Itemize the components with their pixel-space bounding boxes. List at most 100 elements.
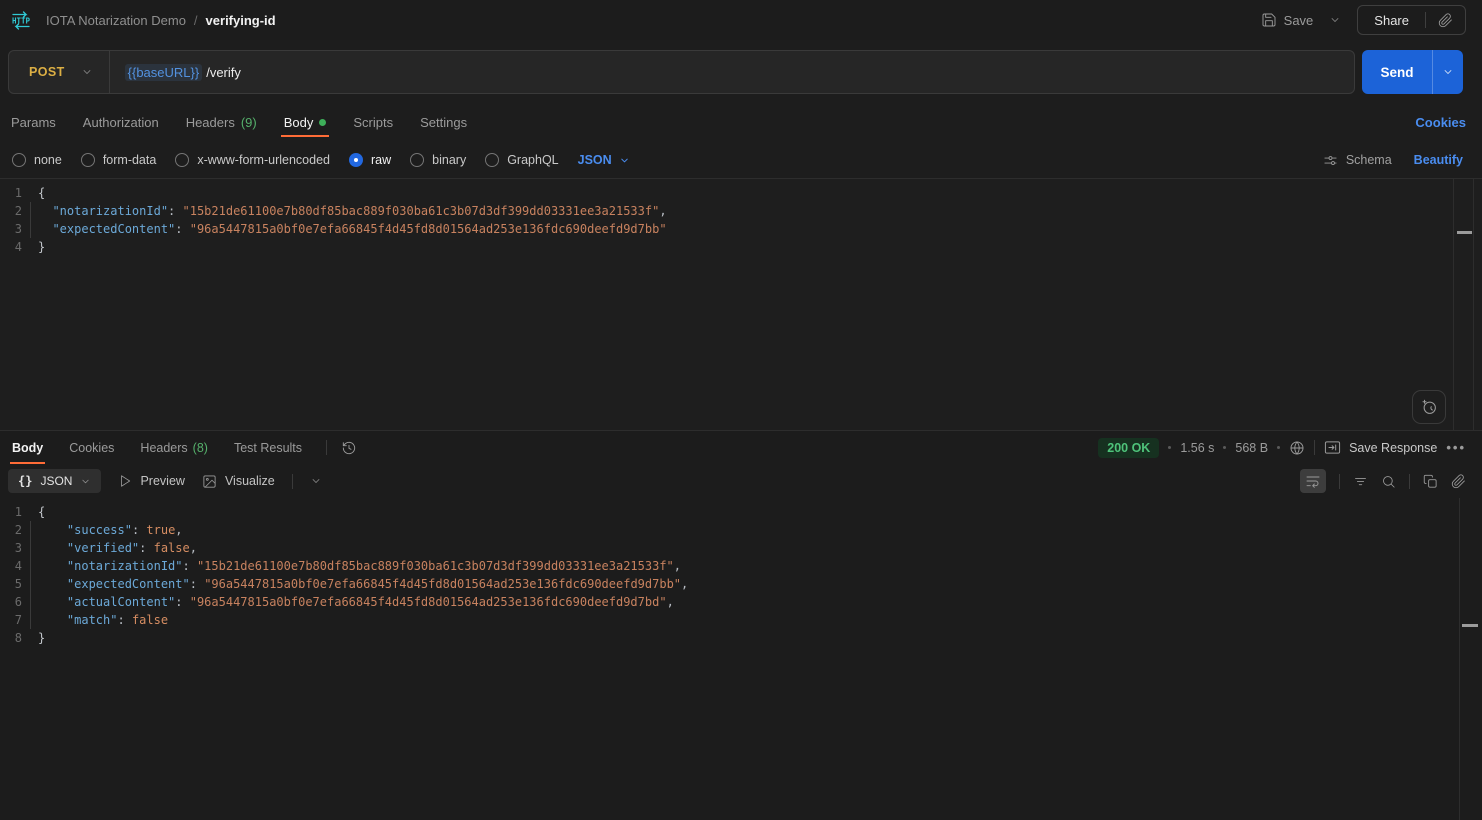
code-line[interactable]: 1{	[0, 503, 1482, 521]
code-line[interactable]: 5 "expectedContent": "96a5447815a0bf0e7e…	[0, 575, 1482, 593]
cookies-link[interactable]: Cookies	[1415, 115, 1466, 130]
send-button[interactable]: Send	[1362, 50, 1432, 94]
save-response-button[interactable]: Save Response	[1324, 440, 1437, 455]
response-section: Body Cookies Headers(8) Test Results 200…	[0, 430, 1482, 820]
status-badge[interactable]: 200 OK	[1098, 438, 1159, 458]
line-number: 2	[0, 521, 38, 539]
wrap-text-button[interactable]	[1300, 469, 1326, 493]
radio-x-www-form-urlencoded[interactable]	[175, 153, 189, 167]
mode-x-www-form-urlencoded[interactable]: x-www-form-urlencoded	[175, 153, 330, 167]
visualize-options-chevron[interactable]	[310, 475, 322, 487]
url-path[interactable]: /verify	[206, 65, 241, 80]
mode-row-actions: Schema Beautify	[1323, 153, 1463, 168]
radio-form-data[interactable]	[81, 153, 95, 167]
tab-headers[interactable]: Headers(9)	[183, 102, 260, 142]
line-number: 6	[0, 593, 38, 611]
code-line[interactable]: 3 "verified": false,	[0, 539, 1482, 557]
request-body-editor[interactable]: 1{2 "notarizationId": "15b21de61100e7b80…	[0, 178, 1482, 430]
url-variable[interactable]: {{baseURL}}	[125, 64, 203, 81]
code-line[interactable]: 4}	[0, 238, 1482, 256]
mode-raw[interactable]: raw	[349, 153, 391, 167]
radio-none[interactable]	[12, 153, 26, 167]
sliders-icon	[1323, 153, 1338, 168]
request-editor-scrollbar[interactable]	[1453, 179, 1474, 430]
url-input[interactable]: {{baseURL}} /verify	[125, 64, 241, 81]
response-tab-test-results[interactable]: Test Results	[232, 431, 304, 464]
save-button[interactable]: Save	[1261, 12, 1314, 28]
radio-graphql[interactable]	[485, 153, 499, 167]
search-button[interactable]	[1381, 474, 1396, 489]
dot-separator	[1277, 446, 1280, 449]
line-number: 3	[0, 539, 38, 557]
http-request-icon: HTTP	[10, 9, 32, 31]
more-options-icon[interactable]: •••	[1446, 440, 1466, 455]
response-tab-headers[interactable]: Headers(8)	[138, 431, 210, 464]
response-size[interactable]: 568 B	[1235, 441, 1268, 455]
radio-binary[interactable]	[410, 153, 424, 167]
line-number: 3	[0, 220, 38, 238]
language-selector[interactable]: JSON	[578, 153, 630, 167]
divider	[292, 474, 293, 489]
response-toolbar-right	[1300, 469, 1466, 493]
code-line[interactable]: 7 "match": false	[0, 611, 1482, 629]
postbot-button[interactable]	[1412, 390, 1446, 424]
response-body-viewer[interactable]: 1{2 "success": true,3 "verified": false,…	[0, 498, 1482, 820]
filter-button[interactable]	[1353, 474, 1368, 489]
response-history-button[interactable]	[341, 440, 357, 456]
divider	[326, 440, 327, 455]
top-bar-actions: Save Share	[1261, 5, 1466, 35]
mode-binary[interactable]: binary	[410, 153, 466, 167]
response-meta: 200 OK 1.56 s 568 B	[1098, 438, 1466, 458]
radio-raw[interactable]	[349, 153, 363, 167]
breadcrumb: IOTA Notarization Demo / verifying-id	[46, 13, 276, 28]
filter-icon	[1353, 474, 1368, 489]
code-line[interactable]: 2 "notarizationId": "15b21de61100e7b80df…	[0, 202, 1482, 220]
code-line[interactable]: 6 "actualContent": "96a5447815a0bf0e7efa…	[0, 593, 1482, 611]
tab-body[interactable]: Body	[281, 102, 330, 142]
breadcrumb-request-name[interactable]: verifying-id	[206, 13, 276, 28]
chevron-down-icon	[1442, 66, 1454, 78]
tab-settings[interactable]: Settings	[417, 102, 470, 142]
line-number: 1	[0, 503, 38, 521]
response-format-selector[interactable]: {} JSON	[8, 469, 101, 493]
postbot-sparkle-icon	[1420, 398, 1438, 416]
copy-icon	[1423, 474, 1438, 489]
method-selector[interactable]: POST	[9, 51, 109, 93]
preview-button[interactable]: Preview	[118, 474, 184, 488]
code-line[interactable]: 8}	[0, 629, 1482, 647]
app-window: HTTP IOTA Notarization Demo / verifying-…	[0, 0, 1482, 820]
line-number: 1	[0, 184, 38, 202]
network-info-button[interactable]	[1289, 440, 1305, 456]
mode-graphql[interactable]: GraphQL	[485, 153, 558, 167]
beautify-button[interactable]: Beautify	[1414, 153, 1463, 167]
tab-authorization[interactable]: Authorization	[80, 102, 162, 142]
breadcrumb-collection[interactable]: IOTA Notarization Demo	[46, 13, 186, 28]
send-options-button[interactable]	[1432, 50, 1463, 94]
code-line[interactable]: 2 "success": true,	[0, 521, 1482, 539]
chevron-down-icon	[1329, 14, 1341, 26]
response-tab-body[interactable]: Body	[10, 431, 45, 464]
response-tab-cookies[interactable]: Cookies	[67, 431, 116, 464]
mode-form-data[interactable]: form-data	[81, 153, 157, 167]
share-button[interactable]: Share	[1358, 6, 1425, 34]
visualize-button[interactable]: Visualize	[202, 474, 275, 489]
save-options-chevron[interactable]	[1323, 10, 1347, 30]
paperclip-icon	[1438, 13, 1453, 28]
schema-button[interactable]: Schema	[1323, 153, 1392, 168]
code-line[interactable]: 4 "notarizationId": "15b21de61100e7b80df…	[0, 557, 1482, 575]
tab-scripts[interactable]: Scripts	[350, 102, 396, 142]
response-time[interactable]: 1.56 s	[1180, 441, 1214, 455]
copy-link-button[interactable]	[1426, 6, 1465, 34]
mode-none[interactable]: none	[12, 153, 62, 167]
search-icon	[1381, 474, 1396, 489]
headers-count: (9)	[241, 115, 257, 130]
copy-button[interactable]	[1423, 474, 1438, 489]
link-button[interactable]	[1451, 474, 1466, 489]
code-line[interactable]: 3 "expectedContent": "96a5447815a0bf0e7e…	[0, 220, 1482, 238]
breadcrumb-separator: /	[194, 13, 198, 28]
response-code: 1{2 "success": true,3 "verified": false,…	[0, 503, 1482, 647]
chevron-down-icon	[310, 475, 322, 487]
code-line[interactable]: 1{	[0, 184, 1482, 202]
tab-params[interactable]: Params	[8, 102, 59, 142]
response-scrollbar[interactable]	[1459, 498, 1460, 820]
